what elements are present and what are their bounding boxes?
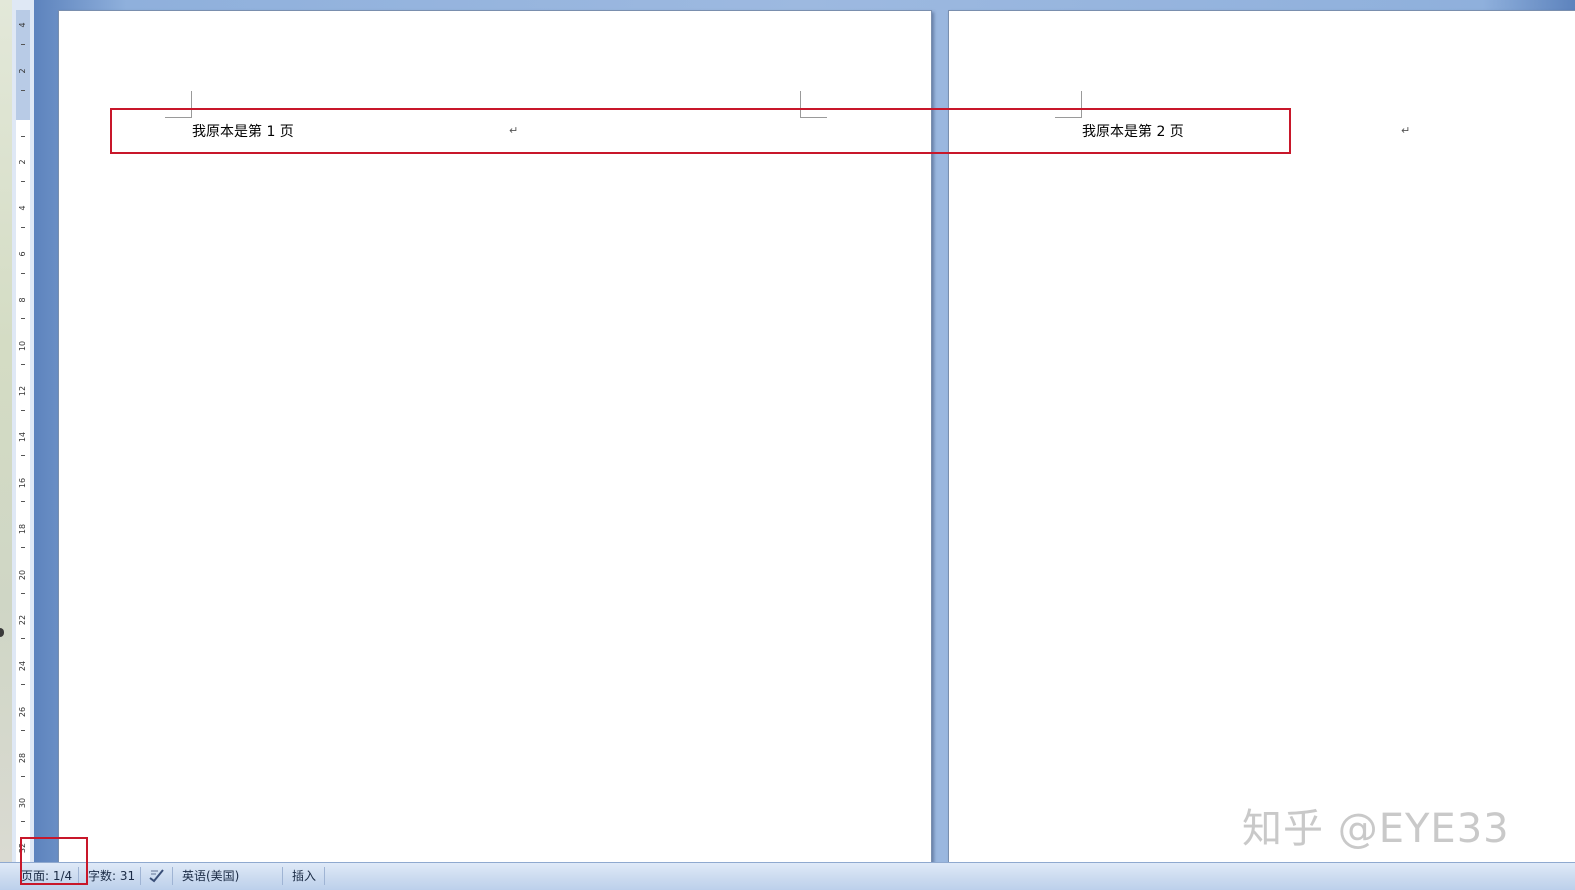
ruler-tick	[21, 638, 25, 639]
status-bar: 页面: 1/4 字数: 31 英语(美国) 插入	[0, 862, 1575, 890]
watermark: 知乎 @EYE33	[1242, 806, 1510, 852]
ruler-label: 22	[18, 614, 27, 626]
ruler-tick	[21, 181, 25, 182]
ruler-label: 24	[18, 660, 27, 672]
word-count[interactable]: 字数: 31	[88, 867, 135, 885]
ruler-label: 2	[18, 68, 27, 74]
ruler-label: 2	[18, 159, 27, 165]
ruler-label: 14	[18, 431, 27, 443]
ruler-tick	[21, 501, 25, 502]
status-separator	[140, 867, 141, 885]
highlight-box-page-text	[110, 108, 1291, 154]
ruler-tick	[21, 821, 25, 822]
ruler-label: 20	[18, 569, 27, 581]
ruler-tick	[21, 410, 25, 411]
ruler-label: 8	[18, 297, 27, 303]
ruler-label: 6	[18, 251, 27, 257]
ruler-label: 4	[18, 22, 27, 28]
language-indicator[interactable]: 英语(美国)	[182, 867, 239, 885]
insert-mode-indicator[interactable]: 插入	[292, 867, 316, 885]
ruler-label: 12	[18, 385, 27, 397]
ruler-label: 30	[18, 797, 27, 809]
ruler-tick	[21, 90, 25, 91]
ruler-tick	[21, 227, 25, 228]
ruler-tick	[21, 318, 25, 319]
ruler-tick	[21, 547, 25, 548]
status-separator	[172, 867, 173, 885]
ruler-tick	[21, 44, 25, 45]
vertical-ruler[interactable]: 4 2 2 4 6 8 10 12 14 16 18 20 22 24 26 2…	[12, 0, 35, 862]
ruler-tick	[21, 364, 25, 365]
status-separator	[282, 867, 283, 885]
status-separator	[324, 867, 325, 885]
ruler-tick	[21, 593, 25, 594]
ruler-label: 4	[18, 205, 27, 211]
spell-check-icon[interactable]	[148, 867, 166, 883]
ruler-tick	[21, 730, 25, 731]
ruler-tick	[21, 455, 25, 456]
highlight-box-page-indicator	[20, 837, 88, 885]
ruler-label: 18	[18, 523, 27, 535]
desktop-edge	[0, 0, 12, 862]
ruler-tick	[21, 776, 25, 777]
ruler-label: 10	[18, 340, 27, 352]
ruler-label: 28	[18, 752, 27, 764]
ruler-label: 16	[18, 477, 27, 489]
ruler-tick	[21, 136, 25, 137]
ruler-label: 26	[18, 706, 27, 718]
ruler-tick	[21, 684, 25, 685]
paragraph-mark: ↵	[1401, 124, 1411, 137]
ruler-tick	[21, 273, 25, 274]
